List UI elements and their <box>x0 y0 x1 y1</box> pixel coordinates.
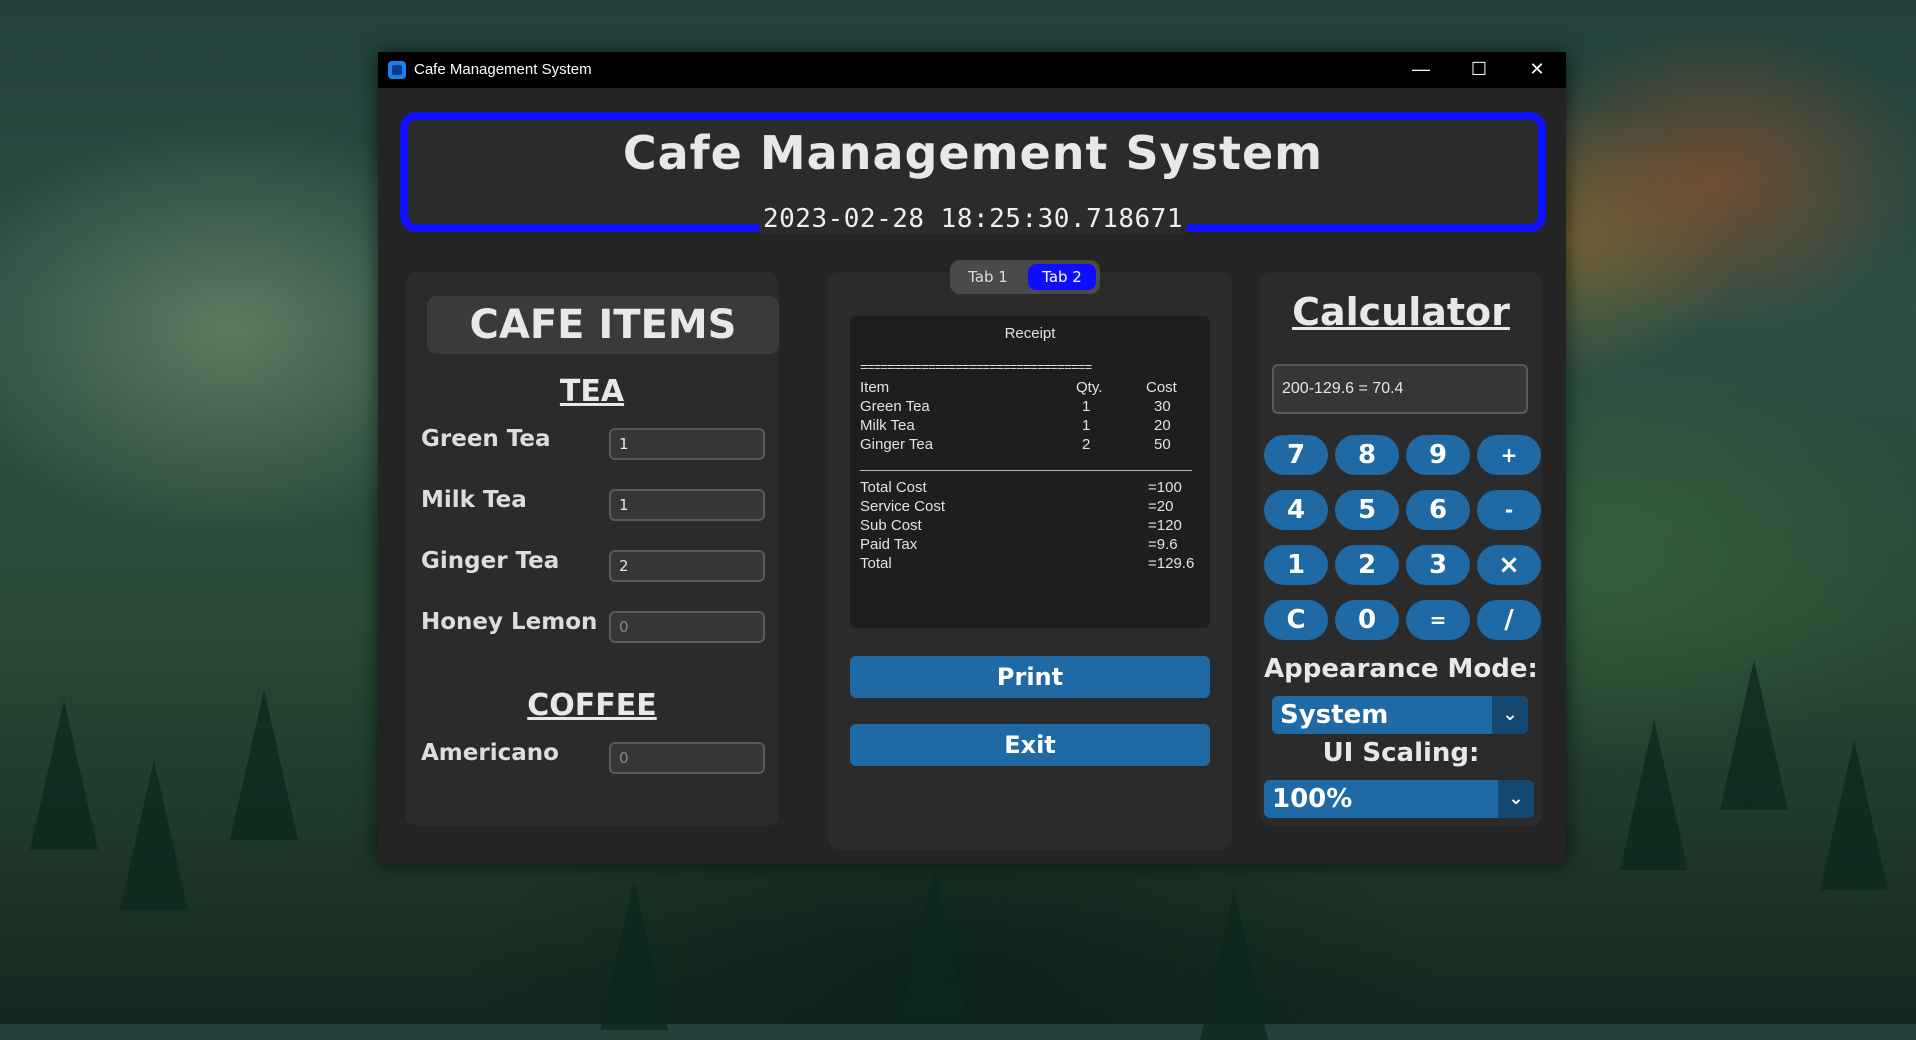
key-divide[interactable]: / <box>1477 600 1541 640</box>
window-title: Cafe Management System <box>414 61 592 78</box>
item-label-green-tea: Green Tea <box>421 426 551 452</box>
chevron-down-icon[interactable]: ⌄ <box>1492 696 1528 734</box>
key-7[interactable]: 7 <box>1264 435 1328 475</box>
receipt-row: Ginger Tea 2 50 <box>860 436 1200 455</box>
receipt-summary-row: Sub Cost =120 <box>860 517 1200 536</box>
receipt-qty: 2 <box>1082 436 1091 453</box>
ui-scaling-dropdown[interactable]: 100% ⌄ <box>1264 780 1534 818</box>
appearance-mode-label: Appearance Mode: <box>1264 654 1538 684</box>
qty-input-milk-tea[interactable]: 1 <box>609 489 765 521</box>
ui-scaling-label: UI Scaling: <box>1322 738 1480 768</box>
cafe-items-title: CAFE ITEMS <box>427 296 779 354</box>
key-0[interactable]: 0 <box>1335 600 1399 640</box>
page-title: Cafe Management System <box>622 126 1324 180</box>
key-minus[interactable]: - <box>1477 490 1541 530</box>
chevron-down-icon[interactable]: ⌄ <box>1498 780 1534 818</box>
receipt-summary-row: Paid Tax =9.6 <box>860 536 1200 555</box>
key-2[interactable]: 2 <box>1335 545 1399 585</box>
key-clear[interactable]: C <box>1264 600 1328 640</box>
receipt-separator: ================================== <box>860 360 1092 375</box>
summary-label: Total Cost <box>860 479 927 496</box>
key-1[interactable]: 1 <box>1264 545 1328 585</box>
summary-value: =9.6 <box>1148 536 1178 553</box>
section-title-coffee: COFFEE <box>527 688 657 723</box>
receipt-qty: 1 <box>1082 398 1091 415</box>
receipt-header-qty: Qty. <box>1076 379 1103 396</box>
receipt-summary-row: Service Cost =20 <box>860 498 1200 517</box>
summary-value: =100 <box>1148 479 1182 496</box>
key-6[interactable]: 6 <box>1406 490 1470 530</box>
appearance-mode-dropdown[interactable]: System ⌄ <box>1272 696 1528 734</box>
item-label-milk-tea: Milk Tea <box>421 487 527 513</box>
receipt-divider <box>860 470 1192 471</box>
datetime-label: 2023-02-28 18:25:30.718671 <box>759 204 1187 234</box>
key-plus[interactable]: + <box>1477 435 1541 475</box>
calculator-panel: Calculator 200-129.6 = 70.4 7 8 9 + 4 5 … <box>1260 272 1542 826</box>
receipt-row: Milk Tea 1 20 <box>860 417 1200 436</box>
ui-scaling-value: 100% <box>1272 784 1353 814</box>
receipt-panel: Tab 1 Tab 2 Receipt ====================… <box>828 260 1232 850</box>
receipt-box: Receipt ================================… <box>850 316 1210 628</box>
key-9[interactable]: 9 <box>1406 435 1470 475</box>
tab-bar: Tab 1 Tab 2 <box>950 260 1100 294</box>
item-label-ginger-tea: Ginger Tea <box>421 548 560 574</box>
summary-value: =20 <box>1148 498 1174 515</box>
receipt-item: Milk Tea <box>860 417 915 434</box>
receipt-summary-row: Total =129.6 <box>860 555 1200 574</box>
receipt-cost: 20 <box>1154 417 1171 434</box>
item-label-americano: Americano <box>421 740 559 766</box>
receipt-summary-row: Total Cost =100 <box>860 479 1200 498</box>
summary-label: Total <box>860 555 892 572</box>
qty-input-americano[interactable]: 0 <box>609 742 765 774</box>
key-3[interactable]: 3 <box>1406 545 1470 585</box>
receipt-item: Green Tea <box>860 398 930 415</box>
key-5[interactable]: 5 <box>1335 490 1399 530</box>
key-4[interactable]: 4 <box>1264 490 1328 530</box>
appearance-mode-value: System <box>1280 700 1389 730</box>
summary-label: Sub Cost <box>860 517 922 534</box>
receipt-row: Green Tea 1 30 <box>860 398 1200 417</box>
summary-label: Paid Tax <box>860 536 918 553</box>
item-label-honey-lemon: Honey Lemon <box>421 609 598 635</box>
key-multiply[interactable]: × <box>1477 545 1541 585</box>
summary-value: =120 <box>1148 517 1182 534</box>
minimize-button[interactable]: — <box>1392 52 1450 88</box>
receipt-header-row: Item Qty. Cost <box>860 379 1200 398</box>
qty-input-honey-lemon[interactable]: 0 <box>609 611 765 643</box>
receipt-title: Receipt <box>1004 325 1056 342</box>
tab-1[interactable]: Tab 1 <box>954 264 1022 290</box>
header-banner: Cafe Management System 2023-02-28 18:25:… <box>400 112 1546 234</box>
exit-button[interactable]: Exit <box>850 724 1210 766</box>
app-window: Cafe Management System — ☐ ✕ Cafe Manage… <box>378 52 1566 864</box>
cafe-items-panel[interactable]: CAFE ITEMS TEA Green Tea 1 Milk Tea 1 Gi… <box>405 272 779 826</box>
title-bar[interactable]: Cafe Management System — ☐ ✕ <box>378 52 1566 88</box>
receipt-item: Ginger Tea <box>860 436 934 453</box>
key-8[interactable]: 8 <box>1335 435 1399 475</box>
close-button[interactable]: ✕ <box>1508 52 1566 88</box>
receipt-cost: 30 <box>1154 398 1171 415</box>
qty-input-ginger-tea[interactable]: 2 <box>609 550 765 582</box>
calculator-title: Calculator <box>1292 290 1510 334</box>
qty-input-green-tea[interactable]: 1 <box>609 428 765 460</box>
maximize-button[interactable]: ☐ <box>1450 52 1508 88</box>
receipt-header-item: Item <box>860 379 890 396</box>
section-title-tea: TEA <box>559 374 625 409</box>
summary-label: Service Cost <box>860 498 946 515</box>
key-equals[interactable]: = <box>1406 600 1470 640</box>
receipt-qty: 1 <box>1082 417 1091 434</box>
receipt-header-cost: Cost <box>1146 379 1177 396</box>
tab-2[interactable]: Tab 2 <box>1028 264 1096 290</box>
app-icon <box>388 61 406 79</box>
calculator-display[interactable]: 200-129.6 = 70.4 <box>1272 364 1528 414</box>
print-button[interactable]: Print <box>850 656 1210 698</box>
receipt-cost: 50 <box>1154 436 1171 453</box>
summary-value: =129.6 <box>1148 555 1195 572</box>
